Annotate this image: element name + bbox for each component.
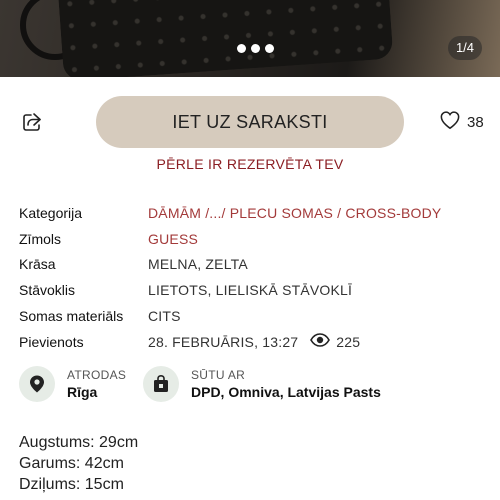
favorites-count: 38	[467, 114, 484, 131]
location-value: Rīga	[67, 384, 98, 400]
detail-value: MELNA, ZELTA	[148, 256, 248, 273]
detail-row-material: Somas materiāls CITS	[19, 303, 489, 329]
action-row: IET UZ SARAKSTI 38	[0, 96, 500, 148]
product-image-gallery[interactable]: 1/4	[0, 0, 500, 77]
detail-label: Somas materiāls	[19, 308, 124, 325]
gallery-counter: 1/4	[448, 36, 482, 60]
detail-value: CITS	[148, 308, 181, 325]
detail-label: Stāvoklis	[19, 282, 76, 299]
description-line: Augstums: 29cm	[19, 434, 139, 451]
gallery-dot[interactable]	[251, 44, 260, 53]
brand-link[interactable]: GUESS	[148, 231, 198, 247]
description-line: Garums: 42cm	[19, 455, 124, 472]
detail-row-color: Krāsa MELNA, ZELTA	[19, 252, 489, 278]
views-count: 225	[336, 333, 361, 350]
parcel-icon	[143, 366, 179, 402]
shipping-info: SŪTU AR DPD, Omniva, Latvijas Pasts	[143, 366, 381, 402]
product-description: Augstums: 29cm Garums: 42cm Dziļums: 15c…	[19, 432, 489, 495]
eye-icon	[310, 333, 331, 350]
product-details: Kategorija DĀMĀM /.../ PLECU SOMAS / CRO…	[19, 200, 489, 355]
favorite-button[interactable]: 38	[439, 110, 484, 135]
category-link[interactable]: DĀMĀM /.../ PLECU SOMAS / CROSS-BODY	[148, 205, 441, 221]
shipping-label: SŪTU AR	[191, 368, 246, 382]
shipping-value: DPD, Omniva, Latvijas Pasts	[191, 384, 381, 400]
gallery-pagination-dots	[237, 44, 274, 53]
heart-icon	[439, 110, 461, 135]
detail-label: Krāsa	[19, 256, 56, 273]
product-photo	[56, 0, 394, 77]
go-to-list-button[interactable]: IET UZ SARAKSTI	[96, 96, 404, 148]
detail-label: Kategorija	[19, 204, 83, 221]
detail-label: Pievienots	[19, 333, 84, 350]
detail-row-added: Pievienots 28. FEBRUĀRIS, 13:27 225	[19, 329, 489, 355]
detail-value: LIETOTS, LIELISKĀ STĀVOKLĪ	[148, 282, 353, 299]
location-label: ATRODAS	[67, 368, 127, 382]
location-pin-icon	[19, 366, 55, 402]
detail-row-condition: Stāvoklis LIETOTS, LIELISKĀ STĀVOKLĪ	[19, 277, 489, 303]
logistics-info: ATRODAS Rīga SŪTU AR DPD, Omniva, Latvij…	[19, 366, 489, 406]
detail-row-category: Kategorija DĀMĀM /.../ PLECU SOMAS / CRO…	[19, 200, 489, 226]
share-icon[interactable]	[20, 110, 44, 134]
description-line: Dziļums: 15cm	[19, 476, 124, 493]
reserved-status: PĒRLE IR REZERVĒTA TEV	[156, 156, 344, 172]
gallery-dot[interactable]	[237, 44, 246, 53]
location-info: ATRODAS Rīga	[19, 366, 126, 402]
gallery-dot[interactable]	[265, 44, 274, 53]
detail-value: 28. FEBRUĀRIS, 13:27	[148, 333, 299, 350]
detail-label: Zīmols	[19, 230, 61, 247]
detail-row-brand: Zīmols GUESS	[19, 226, 489, 252]
